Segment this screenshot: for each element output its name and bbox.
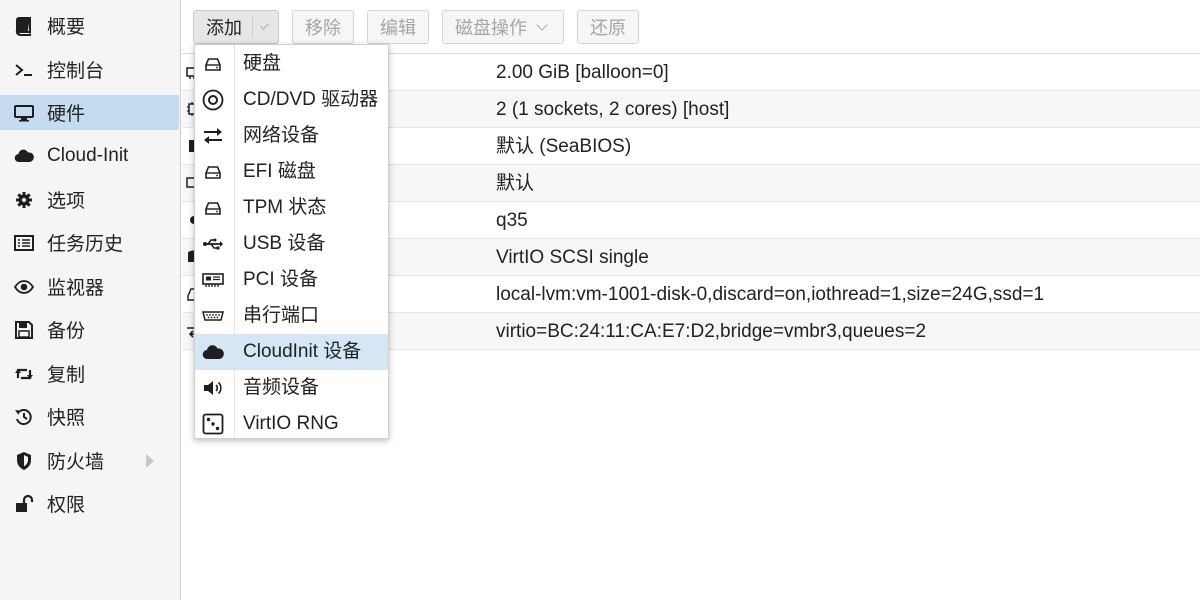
row-value: local-lvm:vm-1001-disk-0,discard=on,ioth… bbox=[496, 284, 1045, 305]
row-value: q35 bbox=[496, 210, 528, 231]
edit-button-label: 编辑 bbox=[380, 18, 416, 38]
sidebar-item-label: 任务历史 bbox=[47, 234, 124, 255]
sidebar-item-label: 备份 bbox=[47, 321, 86, 342]
menu-item-usb[interactable]: USB 设备 bbox=[195, 226, 388, 262]
sidebar-item-permissions[interactable]: 权限 bbox=[0, 486, 179, 521]
sidebar-item-summary[interactable]: 概要 bbox=[0, 8, 179, 43]
sidebar: 概要 控制台 硬件 Cloud-Init 选项 任务历史 监视器 备份 复制 快… bbox=[0, 0, 181, 600]
menu-item-label: 音频设备 bbox=[243, 377, 320, 398]
row-value: 默认 bbox=[496, 173, 535, 194]
menu-item-virtio-rng[interactable]: VirtIO RNG bbox=[195, 406, 388, 442]
menu-item-serial-port[interactable]: 串行端口 bbox=[195, 298, 388, 334]
sidebar-item-cloudinit[interactable]: Cloud-Init bbox=[0, 138, 179, 173]
divider bbox=[252, 16, 253, 38]
sidebar-item-options[interactable]: 选项 bbox=[0, 182, 179, 217]
sidebar-item-firewall[interactable]: 防火墙 bbox=[0, 443, 179, 478]
revert-button-label: 还原 bbox=[590, 18, 626, 38]
add-button[interactable]: 添加 bbox=[193, 10, 279, 44]
unlock-icon bbox=[13, 493, 35, 515]
disk-action-button[interactable]: 磁盘操作 bbox=[442, 10, 564, 44]
menu-item-label: USB 设备 bbox=[243, 233, 326, 254]
menu-item-label: CD/DVD 驱动器 bbox=[243, 89, 379, 110]
menu-item-efi-disk[interactable]: EFI 磁盘 bbox=[195, 154, 388, 190]
disk-action-label: 磁盘操作 bbox=[455, 18, 527, 38]
sidebar-item-label: 快照 bbox=[47, 408, 86, 429]
hdd-icon bbox=[202, 161, 224, 183]
menu-item-hard-disk[interactable]: 硬盘 bbox=[195, 46, 388, 82]
remove-button-label: 移除 bbox=[305, 18, 341, 38]
menu-item-label: TPM 状态 bbox=[243, 197, 327, 218]
menu-item-label: PCI 设备 bbox=[243, 269, 318, 290]
floppy-icon bbox=[13, 319, 35, 341]
sidebar-item-monitor[interactable]: 监视器 bbox=[0, 269, 179, 304]
sidebar-item-label: 防火墙 bbox=[47, 452, 105, 473]
menu-item-audio[interactable]: 音频设备 bbox=[195, 370, 388, 406]
sidebar-item-replication[interactable]: 复制 bbox=[0, 356, 179, 391]
monitor-icon bbox=[13, 102, 35, 124]
menu-item-cloudinit-drive[interactable]: CloudInit 设备 bbox=[195, 334, 388, 370]
menu-item-label: 串行端口 bbox=[243, 305, 320, 326]
menu-item-cd-dvd[interactable]: CD/DVD 驱动器 bbox=[195, 82, 388, 118]
menu-item-label: EFI 磁盘 bbox=[243, 161, 316, 182]
menu-item-label: CloudInit 设备 bbox=[243, 341, 362, 362]
sidebar-item-snapshot[interactable]: 快照 bbox=[0, 399, 179, 434]
dice-icon bbox=[202, 413, 224, 435]
row-value: 2.00 GiB [balloon=0] bbox=[496, 62, 669, 83]
sidebar-item-task-history[interactable]: 任务历史 bbox=[0, 225, 179, 260]
sidebar-item-label: 监视器 bbox=[47, 278, 105, 299]
exchange-icon bbox=[202, 125, 224, 147]
sidebar-item-label: 选项 bbox=[47, 191, 86, 212]
history-icon bbox=[13, 406, 35, 428]
remove-button[interactable]: 移除 bbox=[292, 10, 354, 44]
sidebar-item-backup[interactable]: 备份 bbox=[0, 312, 179, 347]
sidebar-item-label: 硬件 bbox=[47, 104, 86, 125]
menu-item-label: VirtIO RNG bbox=[243, 413, 339, 434]
edit-button[interactable]: 编辑 bbox=[367, 10, 429, 44]
add-hardware-menu: 硬盘 CD/DVD 驱动器 网络设备 EFI 磁盘 TPM 状态 USB 设备 … bbox=[194, 44, 389, 439]
sidebar-item-label: Cloud-Init bbox=[47, 144, 129, 166]
shield-icon bbox=[13, 450, 35, 472]
row-value: 2 (1 sockets, 2 cores) [host] bbox=[496, 99, 730, 120]
sidebar-item-label: 概要 bbox=[47, 17, 86, 38]
volume-icon bbox=[202, 377, 224, 399]
menu-item-pci[interactable]: PCI 设备 bbox=[195, 262, 388, 298]
retweet-icon bbox=[13, 363, 35, 385]
terminal-icon bbox=[13, 59, 35, 81]
optical-disc-icon bbox=[202, 89, 224, 111]
revert-button[interactable]: 还原 bbox=[577, 10, 639, 44]
hdd-icon bbox=[202, 53, 224, 75]
row-value: VirtIO SCSI single bbox=[496, 247, 649, 268]
add-button-label: 添加 bbox=[206, 18, 242, 38]
list-icon bbox=[13, 232, 35, 254]
pci-card-icon bbox=[202, 269, 224, 291]
chevron-down-icon bbox=[536, 18, 548, 31]
row-value: virtio=BC:24:11:CA:E7:D2,bridge=vmbr3,qu… bbox=[496, 321, 927, 342]
expand-arrow-icon[interactable] bbox=[146, 454, 154, 468]
menu-item-label: 硬盘 bbox=[243, 53, 282, 74]
gear-icon bbox=[13, 189, 35, 211]
sidebar-item-console[interactable]: 控制台 bbox=[0, 52, 179, 87]
eye-icon bbox=[13, 276, 35, 298]
book-icon bbox=[13, 15, 35, 37]
cloud-icon bbox=[202, 341, 224, 363]
menu-item-network[interactable]: 网络设备 bbox=[195, 118, 388, 154]
cloud-icon bbox=[13, 145, 35, 167]
chevron-down-icon bbox=[259, 20, 269, 29]
sidebar-item-label: 复制 bbox=[47, 365, 86, 386]
sidebar-item-hardware[interactable]: 硬件 bbox=[0, 95, 179, 130]
menu-item-tpm-state[interactable]: TPM 状态 bbox=[195, 190, 388, 226]
row-value: 默认 (SeaBIOS) bbox=[496, 136, 632, 157]
sidebar-item-label: 控制台 bbox=[47, 61, 105, 82]
menu-item-label: 网络设备 bbox=[243, 125, 320, 146]
hdd-icon bbox=[202, 197, 224, 219]
sidebar-item-label: 权限 bbox=[47, 495, 86, 516]
usb-icon bbox=[202, 233, 224, 255]
serial-port-icon bbox=[202, 305, 224, 327]
